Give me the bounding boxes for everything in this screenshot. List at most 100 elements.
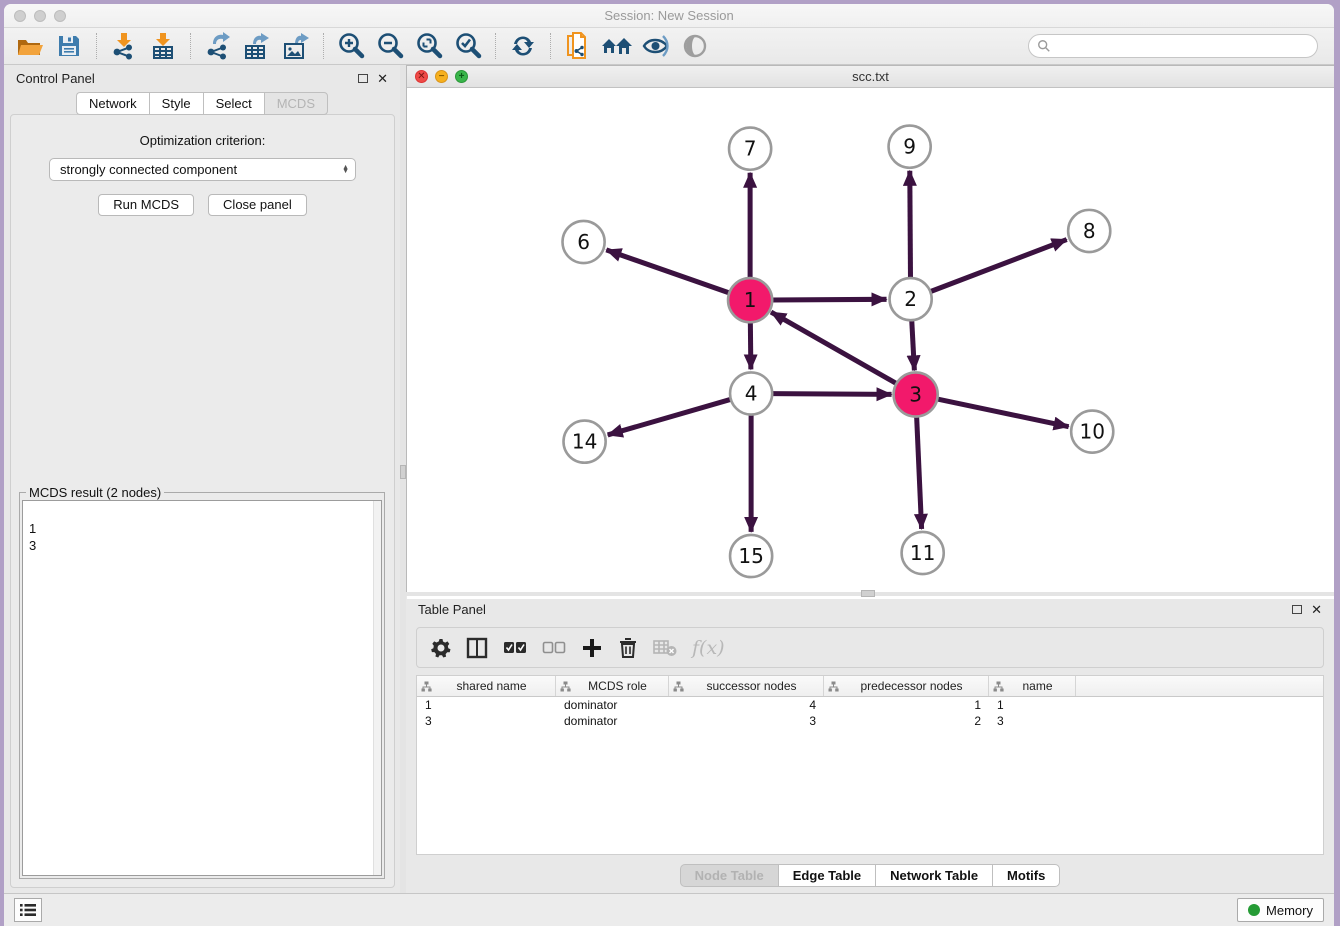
import-table-button[interactable] bbox=[147, 31, 179, 61]
dropdown-stepper-icon: ▲▼ bbox=[342, 166, 349, 174]
network-close-button[interactable]: ✕ bbox=[415, 70, 428, 83]
open-file-icon bbox=[16, 34, 44, 58]
column-header-label: predecessor nodes bbox=[839, 679, 984, 693]
export-image-button[interactable] bbox=[280, 31, 312, 61]
network-manager-button[interactable] bbox=[601, 31, 633, 61]
graph-edge-3-10[interactable] bbox=[936, 399, 1068, 427]
graph-edge-1-2[interactable] bbox=[771, 299, 886, 300]
column-layout-button[interactable] bbox=[466, 637, 488, 659]
table-cell[interactable]: 2 bbox=[824, 714, 989, 728]
close-panel-button[interactable]: Close panel bbox=[208, 194, 307, 216]
task-history-button[interactable] bbox=[14, 898, 42, 922]
zoom-in-button[interactable] bbox=[335, 31, 367, 61]
hide-panels-button[interactable] bbox=[640, 31, 672, 61]
table-cell[interactable]: 3 bbox=[669, 714, 824, 728]
delete-table-button[interactable] bbox=[653, 639, 677, 657]
select-all-button[interactable] bbox=[503, 641, 527, 655]
delete-button[interactable] bbox=[618, 637, 638, 659]
graph-edge-4-3[interactable] bbox=[772, 394, 891, 395]
column-sort-icon bbox=[993, 681, 1004, 692]
tab-node-table[interactable]: Node Table bbox=[680, 864, 778, 887]
graph-edge-2-8[interactable] bbox=[930, 240, 1066, 292]
criterion-dropdown[interactable]: strongly connected component ▲▼ bbox=[49, 158, 356, 181]
tab-network[interactable]: Network bbox=[76, 92, 149, 115]
table-panel-title: Table Panel bbox=[418, 602, 1292, 617]
export-network-button[interactable] bbox=[202, 31, 234, 61]
deselect-all-button[interactable] bbox=[542, 641, 566, 655]
network-maximize-button[interactable]: + bbox=[455, 70, 468, 83]
table-row[interactable]: 3dominator323 bbox=[417, 713, 1323, 729]
graph-edge-2-3[interactable] bbox=[912, 320, 915, 370]
vertical-splitter[interactable] bbox=[400, 65, 406, 893]
tab-network-table[interactable]: Network Table bbox=[875, 864, 992, 887]
table-cell[interactable]: 3 bbox=[989, 714, 1076, 728]
graph-edge-1-4[interactable] bbox=[750, 321, 751, 369]
function-builder-button[interactable]: f(x) bbox=[692, 637, 725, 659]
search-field[interactable] bbox=[1028, 34, 1318, 58]
clone-network-button[interactable] bbox=[562, 31, 594, 61]
table-cell[interactable]: 1 bbox=[824, 698, 989, 712]
window-titlebar: Session: New Session bbox=[4, 4, 1334, 28]
network-minimize-button[interactable]: − bbox=[435, 70, 448, 83]
graph-node-label: 1 bbox=[744, 288, 757, 312]
import-network-button[interactable] bbox=[108, 31, 140, 61]
node-table: shared nameMCDS rolesuccessor nodes prede… bbox=[416, 675, 1324, 855]
search-input[interactable] bbox=[1056, 39, 1309, 53]
splitter-handle[interactable] bbox=[861, 590, 875, 597]
horizontal-splitter[interactable] bbox=[406, 592, 1334, 596]
network-canvas-area[interactable]: 7968124314101511 bbox=[407, 88, 1334, 599]
table-cell[interactable]: 4 bbox=[669, 698, 824, 712]
graph-edge-2-9[interactable] bbox=[910, 171, 911, 278]
table-cell[interactable]: 1 bbox=[417, 698, 556, 712]
gear-button[interactable] bbox=[431, 638, 451, 658]
graph-edge-1-6[interactable] bbox=[606, 250, 730, 293]
column-header-predecessor-nodes[interactable]: predecessor nodes bbox=[824, 676, 989, 696]
close-panel-icon[interactable]: ✕ bbox=[1311, 603, 1322, 616]
preview-button[interactable] bbox=[679, 31, 711, 61]
column-sort-icon bbox=[560, 681, 571, 692]
tab-motifs[interactable]: Motifs bbox=[992, 864, 1060, 887]
memory-button[interactable]: Memory bbox=[1237, 898, 1324, 922]
graph-edge-4-14[interactable] bbox=[608, 399, 731, 435]
search-icon bbox=[1037, 39, 1051, 53]
mcds-result-text[interactable]: 1 3 bbox=[22, 500, 382, 876]
close-panel-icon[interactable]: ✕ bbox=[377, 72, 388, 85]
column-header-shared-name[interactable]: shared name bbox=[417, 676, 556, 696]
network-view-titlebar: ✕ − + scc.txt bbox=[407, 66, 1334, 88]
table-cell[interactable]: 1 bbox=[989, 698, 1076, 712]
tab-edge-table[interactable]: Edge Table bbox=[778, 864, 875, 887]
tab-select[interactable]: Select bbox=[203, 92, 264, 115]
refresh-layout-button[interactable] bbox=[507, 31, 539, 61]
column-header-MCDS-role[interactable]: MCDS role bbox=[556, 676, 669, 696]
tab-mcds[interactable]: MCDS bbox=[264, 92, 328, 115]
graph-edge-3-1[interactable] bbox=[771, 312, 897, 384]
zoom-selected-button[interactable] bbox=[452, 31, 484, 61]
zoom-fit-button[interactable] bbox=[413, 31, 445, 61]
column-header-name[interactable]: name bbox=[989, 676, 1076, 696]
open-file-button[interactable] bbox=[14, 31, 46, 61]
zoom-out-button[interactable] bbox=[374, 31, 406, 61]
tab-style[interactable]: Style bbox=[149, 92, 203, 115]
graph-edge-3-11[interactable] bbox=[917, 416, 922, 529]
result-scrollbar[interactable] bbox=[373, 501, 381, 875]
save-session-button[interactable] bbox=[53, 31, 85, 61]
table-row[interactable]: 1dominator411 bbox=[417, 697, 1323, 713]
table-cell[interactable]: dominator bbox=[556, 698, 669, 712]
graph-node-label: 2 bbox=[904, 287, 917, 311]
table-toolbar: f(x) bbox=[416, 627, 1324, 668]
export-table-button[interactable] bbox=[241, 31, 273, 61]
table-body[interactable]: 1dominator4113dominator323 bbox=[417, 697, 1323, 854]
table-cell[interactable]: 3 bbox=[417, 714, 556, 728]
network-canvas[interactable]: 7968124314101511 bbox=[407, 88, 1334, 599]
import-network-icon bbox=[111, 32, 137, 60]
float-panel-icon[interactable] bbox=[1292, 605, 1302, 614]
column-header-successor-nodes[interactable]: successor nodes bbox=[669, 676, 824, 696]
table-cell[interactable]: dominator bbox=[556, 714, 669, 728]
float-panel-icon[interactable] bbox=[358, 74, 368, 83]
splitter-handle[interactable] bbox=[400, 465, 406, 479]
run-mcds-button[interactable]: Run MCDS bbox=[98, 194, 194, 216]
graph-node-label: 10 bbox=[1079, 420, 1105, 444]
app-window: Session: New Session bbox=[4, 4, 1334, 926]
add-column-button[interactable] bbox=[581, 637, 603, 659]
clone-network-icon bbox=[565, 31, 591, 61]
